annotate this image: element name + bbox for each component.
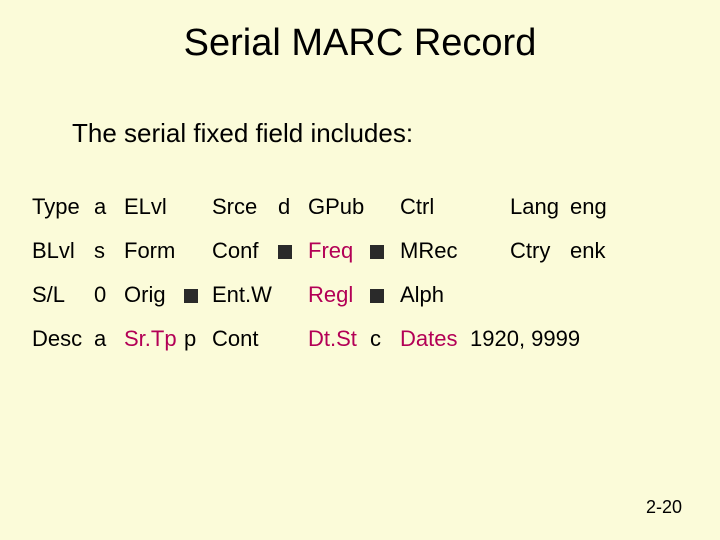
fixed-field-table: TypeaELvlSrcedGPubCtrlLangengBLvlsFormCo… — [32, 185, 698, 361]
field-label: Lang — [510, 185, 570, 229]
filled-square-icon — [370, 289, 384, 303]
field-value — [184, 185, 212, 229]
filled-square-icon — [184, 289, 198, 303]
field-value — [370, 273, 400, 317]
field-value: 1920, 9999 — [470, 317, 698, 361]
field-label: MRec — [400, 229, 470, 273]
field-value: d — [278, 185, 308, 229]
page-title: Serial MARC Record — [0, 22, 720, 65]
field-label: Orig — [124, 273, 184, 317]
field-value: eng — [570, 185, 698, 229]
field-value — [278, 229, 308, 273]
field-label — [510, 273, 570, 317]
field-label: Sr.Tp — [124, 317, 184, 361]
field-value — [370, 185, 400, 229]
field-value: p — [184, 317, 212, 361]
fixed-field-grid: TypeaELvlSrcedGPubCtrlLangengBLvlsFormCo… — [32, 185, 698, 361]
field-label: Dates — [400, 317, 470, 361]
field-value — [184, 229, 212, 273]
subtitle: The serial fixed field includes: — [72, 118, 413, 149]
field-value — [470, 229, 510, 273]
field-value — [570, 273, 698, 317]
field-label: Conf — [212, 229, 278, 273]
page-number: 2-20 — [646, 497, 682, 518]
field-value — [370, 229, 400, 273]
table-row: S/L0Orig Ent.W Regl Alph — [32, 273, 698, 317]
field-label: Srce — [212, 185, 278, 229]
field-label: BLvl — [32, 229, 94, 273]
field-label: Type — [32, 185, 94, 229]
field-label: Ctry — [510, 229, 570, 273]
filled-square-icon — [278, 245, 292, 259]
table-row: DescaSr.TppCont Dt.StcDates1920, 9999 — [32, 317, 698, 361]
field-label: Cont — [212, 317, 278, 361]
field-label: Alph — [400, 273, 470, 317]
filled-square-icon — [370, 245, 384, 259]
field-value: s — [94, 229, 124, 273]
field-value: c — [370, 317, 400, 361]
field-label: Form — [124, 229, 184, 273]
field-label: S/L — [32, 273, 94, 317]
field-value — [470, 273, 510, 317]
field-label: ELvl — [124, 185, 184, 229]
field-label: Desc — [32, 317, 94, 361]
field-value — [278, 317, 308, 361]
field-label: GPub — [308, 185, 370, 229]
table-row: BLvlsForm Conf Freq MRec Ctryenk — [32, 229, 698, 273]
field-value: a — [94, 185, 124, 229]
field-value — [184, 273, 212, 317]
field-label: Regl — [308, 273, 370, 317]
field-label: Freq — [308, 229, 370, 273]
table-row: TypeaELvl SrcedGPub Ctrl Langeng — [32, 185, 698, 229]
field-label: Ent.W — [212, 273, 278, 317]
field-value — [278, 273, 308, 317]
field-value — [470, 185, 510, 229]
field-value: 0 — [94, 273, 124, 317]
slide: Serial MARC Record The serial fixed fiel… — [0, 0, 720, 540]
field-label: Dt.St — [308, 317, 370, 361]
field-label: Ctrl — [400, 185, 470, 229]
field-value: a — [94, 317, 124, 361]
field-value: enk — [570, 229, 698, 273]
